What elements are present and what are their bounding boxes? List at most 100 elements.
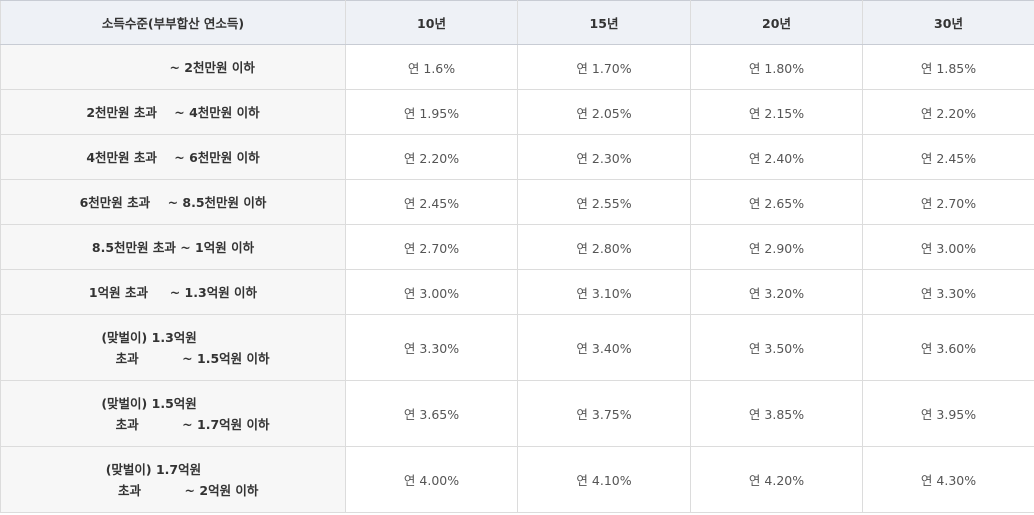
term-header-15y: 15년 <box>517 0 691 45</box>
rate-cell-15y: 연 1.70% <box>517 44 691 90</box>
rate-cell-20y: 연 2.15% <box>690 89 863 135</box>
rate-cell-10y: 연 3.65% <box>345 380 518 447</box>
income-bracket-cell: ~ 2천만원 이하 <box>0 44 346 90</box>
rate-cell-10y: 연 2.20% <box>345 134 518 180</box>
interest-rate-table: 소득수준(부부합산 연소득) 10년 15년 20년 30년 ~ 2천만원 이하… <box>0 0 1034 513</box>
income-bracket-label: (맞벌이) 1.7억원 <box>105 461 241 477</box>
rate-value: 2.90% <box>764 240 805 256</box>
rate-cell-10y: 연 2.45% <box>345 179 518 225</box>
table-row: 6천만원 초과 ~ 8.5천만원 이하 연 2.45% 연 2.55% 연 2.65% 연 2.… <box>0 179 1034 225</box>
rate-cell-15y: 연 2.05% <box>517 89 691 135</box>
rate-cell-20y: 연 3.85% <box>690 380 863 447</box>
rate-value: 1.95% <box>419 105 460 121</box>
rate-value: 2.70% <box>936 195 977 211</box>
rate-prefix-label: 연 <box>576 240 588 256</box>
table-header: 소득수준(부부합산 연소득) 10년 15년 20년 30년 <box>0 0 1034 45</box>
rate-value: 2.55% <box>591 195 632 211</box>
rate-cell-30y: 연 4.30% <box>862 446 1034 513</box>
rate-cell-15y: 연 3.10% <box>517 269 691 315</box>
rate-prefix-label: 연 <box>576 150 588 166</box>
rate-prefix-label: 연 <box>576 195 588 211</box>
rate-value: 4.30% <box>936 473 977 488</box>
rate-cell-20y: 연 3.50% <box>690 314 863 381</box>
rate-value: 3.50% <box>764 341 805 356</box>
rate-prefix-label: 연 <box>403 240 416 256</box>
term-header-20y: 20년 <box>690 0 863 45</box>
rate-cell-30y: 연 2.20% <box>862 89 1034 135</box>
rate-prefix-label: 연 <box>576 341 588 356</box>
rate-value: 3.20% <box>764 285 805 301</box>
rate-cell-10y: 연 2.70% <box>345 224 518 270</box>
rate-prefix-label: 연 <box>403 473 416 488</box>
rate-cell-30y: 연 3.95% <box>862 380 1034 447</box>
rate-prefix-label: 연 <box>920 105 933 121</box>
table-row: 2천만원 초과 ~ 4천만원 이하 연 1.95% 연 2.05% 연 2.15% 연 2.20… <box>0 89 1034 135</box>
rate-cell-20y: 연 2.65% <box>690 179 863 225</box>
rate-cell-10y: 연 1.6% <box>345 44 518 90</box>
table-row: ~ 2천만원 이하 연 1.6% 연 1.70% 연 1.80% 연 1.85% <box>0 44 1034 90</box>
rate-prefix-label: 연 <box>748 341 761 356</box>
table-row: (맞벌이) 1.5억원 초과 ~ 1.7억원 이하 연 3.65% 연 3.75% 연 3.… <box>0 380 1034 447</box>
income-bracket-label: ~ 2천만원 이하 <box>91 59 255 75</box>
rate-prefix-label: 연 <box>576 473 588 488</box>
income-bracket-cell: (맞벌이) 1.3억원 초과 ~ 1.5억원 이하 <box>0 314 346 381</box>
rate-prefix-label: 연 <box>920 150 933 166</box>
rate-cell-15y: 연 3.40% <box>517 314 691 381</box>
income-bracket-label: 초과 ~ 2억원 이하 <box>87 482 259 498</box>
rate-value: 1.70% <box>591 60 632 76</box>
rate-cell-30y: 연 2.70% <box>862 179 1034 225</box>
rate-prefix-label: 연 <box>748 105 761 121</box>
income-bracket-label: 1억원 초과 ~ 1.3억원 이하 <box>88 284 258 300</box>
rate-prefix-label: 연 <box>403 341 416 356</box>
income-bracket-cell: 2천만원 초과 ~ 4천만원 이하 <box>0 89 346 135</box>
rate-prefix-label: 연 <box>748 60 761 76</box>
rate-value: 4.20% <box>764 473 805 488</box>
rate-cell-30y: 연 1.85% <box>862 44 1034 90</box>
rate-prefix-label: 연 <box>920 341 933 356</box>
rate-prefix-label: 연 <box>748 473 761 488</box>
rate-prefix-label: 연 <box>403 407 416 422</box>
rate-value: 3.30% <box>936 285 977 301</box>
income-bracket-cell: 6천만원 초과 ~ 8.5천만원 이하 <box>0 179 346 225</box>
income-bracket-cell: (맞벌이) 1.7억원 초과 ~ 2억원 이하 <box>0 446 346 513</box>
rate-value: 4.10% <box>591 473 632 488</box>
rate-cell-20y: 연 1.80% <box>690 44 863 90</box>
table-row: 4천만원 초과 ~ 6천만원 이하 연 2.20% 연 2.30% 연 2.40% 연 2.45… <box>0 134 1034 180</box>
table-row: (맞벌이) 1.3억원 초과 ~ 1.5억원 이하 연 3.30% 연 3.40% 연 3.… <box>0 314 1034 381</box>
income-bracket-label: 8.5천만원 초과 ~ 1억원 이하 <box>91 239 255 255</box>
rate-prefix-label: 연 <box>920 407 933 422</box>
rate-prefix-label: 연 <box>920 285 933 301</box>
rate-prefix-label: 연 <box>576 60 588 76</box>
income-bracket-label: 6천만원 초과 ~ 8.5천만원 이하 <box>79 194 267 210</box>
rate-prefix-label: 연 <box>748 240 761 256</box>
rate-value: 3.30% <box>419 341 460 356</box>
income-bracket-label: (맞벌이) 1.3억원 <box>101 329 245 345</box>
rate-cell-10y: 연 3.30% <box>345 314 518 381</box>
rate-prefix-label: 연 <box>403 285 416 301</box>
rate-value: 1.85% <box>936 60 977 76</box>
table-row: 8.5천만원 초과 ~ 1억원 이하 연 2.70% 연 2.80% 연 2.90% 연 3.0… <box>0 224 1034 270</box>
rate-cell-20y: 연 4.20% <box>690 446 863 513</box>
rate-prefix-label: 연 <box>748 407 761 422</box>
rate-value: 3.95% <box>936 407 977 422</box>
rate-cell-10y: 연 3.00% <box>345 269 518 315</box>
rate-value: 3.85% <box>764 407 805 422</box>
rate-cell-30y: 연 3.00% <box>862 224 1034 270</box>
rate-value: 2.65% <box>764 195 805 211</box>
income-bracket-label: (맞벌이) 1.5억원 <box>101 395 245 411</box>
rate-cell-15y: 연 3.75% <box>517 380 691 447</box>
rate-prefix-label: 연 <box>403 150 416 166</box>
rate-value: 1.6% <box>423 60 456 76</box>
income-bracket-cell: (맞벌이) 1.5억원 초과 ~ 1.7억원 이하 <box>0 380 346 447</box>
term-header-30y: 30년 <box>862 0 1034 45</box>
rate-prefix-label: 연 <box>920 473 933 488</box>
rate-value: 2.80% <box>591 240 632 256</box>
rate-value: 3.00% <box>936 240 977 256</box>
rate-value: 2.30% <box>591 150 632 166</box>
term-header-10y: 10년 <box>345 0 518 45</box>
rate-value: 2.70% <box>419 240 460 256</box>
table-row: 1억원 초과 ~ 1.3억원 이하 연 3.00% 연 3.10% 연 3.20% 연 3.30… <box>0 269 1034 315</box>
rate-value: 2.05% <box>591 105 632 121</box>
income-bracket-label: 2천만원 초과 ~ 4천만원 이하 <box>86 104 260 120</box>
rate-value: 4.00% <box>419 473 460 488</box>
